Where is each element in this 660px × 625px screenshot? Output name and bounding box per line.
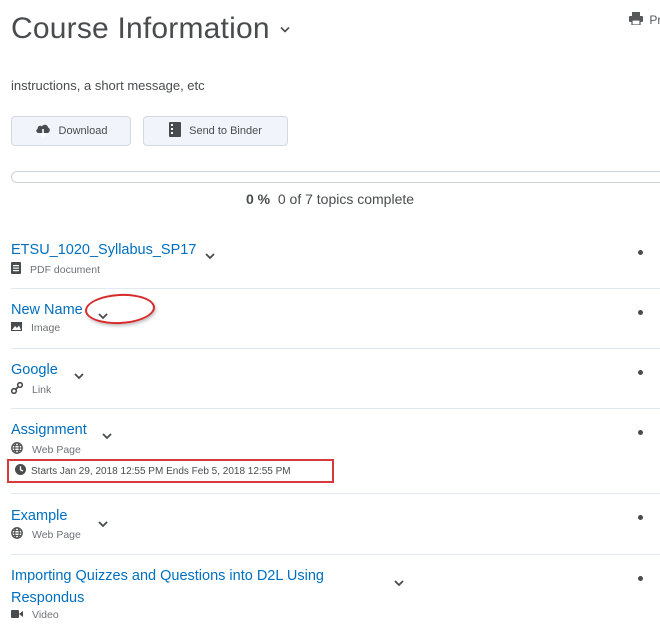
binder-label: Send to Binder — [189, 125, 262, 137]
globe-icon — [11, 442, 32, 457]
chevron-down-icon[interactable] — [98, 515, 110, 528]
printer-icon — [629, 12, 649, 28]
clock-icon — [15, 464, 31, 478]
chevron-down-icon[interactable] — [280, 24, 294, 34]
topic-list: ETSU_1020_Syllabus_SP17 PDF document New… — [10, 229, 660, 625]
topic-type: Video — [11, 609, 59, 621]
link-icon — [10, 381, 32, 397]
topic-item[interactable]: ETSU_1020_Syllabus_SP17 PDF document — [11, 229, 660, 289]
topic-item[interactable]: Importing Quizzes and Questions into D2L… — [11, 555, 660, 625]
topic-type-label: Video — [32, 609, 59, 621]
page-header: Course Information — [11, 6, 294, 52]
progress-percent: 0 % — [245, 191, 271, 207]
topic-title-link-line1[interactable]: Importing Quizzes and Questions into D2L… — [11, 566, 324, 586]
topic-title-link[interactable]: ETSU_1020_Syllabus_SP17 — [11, 240, 196, 260]
topic-type: Web Page — [11, 527, 81, 542]
topic-title-link[interactable]: Example — [11, 506, 67, 526]
context-menu-dot[interactable] — [638, 250, 643, 255]
topic-title-link[interactable]: Google — [11, 360, 58, 380]
assignment-dates-highlight: Starts Jan 29, 2018 12:55 PM Ends Feb 5,… — [7, 459, 334, 483]
document-icon — [11, 262, 30, 277]
topic-type: Link — [10, 381, 52, 397]
module-description: instructions, a short message, etc — [11, 78, 205, 93]
cloud-download-icon — [35, 123, 59, 140]
print-button[interactable]: Print — [629, 12, 660, 28]
topic-title-link-line2[interactable]: Respondus — [11, 588, 84, 608]
video-icon — [11, 609, 32, 621]
globe-icon — [11, 527, 32, 542]
topic-item[interactable]: Example Web Page — [11, 494, 660, 555]
topic-title-link[interactable]: New Name — [11, 300, 83, 320]
progress-bar — [11, 171, 660, 183]
progress-summary: 0 % 0 of 7 topics complete — [0, 191, 660, 207]
chevron-down-icon[interactable] — [102, 427, 114, 440]
binder-icon — [169, 122, 189, 140]
topic-type-label: Image — [31, 322, 61, 334]
topic-type-label: PDF document — [30, 263, 101, 276]
chevron-down-icon[interactable] — [394, 574, 406, 587]
topic-type: PDF document — [11, 262, 100, 277]
context-menu-dot[interactable] — [638, 370, 643, 375]
topic-title-link[interactable]: Assignment — [11, 420, 87, 440]
assignment-dates: Starts Jan 29, 2018 12:55 PM Ends Feb 5,… — [31, 465, 291, 477]
chevron-down-icon[interactable] — [205, 247, 217, 260]
topic-type: Image — [11, 322, 60, 334]
image-icon — [11, 322, 31, 334]
topic-item[interactable]: Google Link — [10, 349, 660, 409]
page-title: Course Information — [11, 12, 270, 45]
context-menu-dot[interactable] — [638, 576, 643, 581]
download-label: Download — [58, 125, 108, 137]
print-label: Print — [649, 13, 660, 27]
context-menu-dot[interactable] — [638, 310, 643, 315]
topic-type-label: Web Page — [32, 528, 81, 541]
send-to-binder-button[interactable]: Send to Binder — [143, 116, 288, 146]
chevron-down-icon[interactable] — [74, 367, 86, 380]
context-menu-dot[interactable] — [638, 515, 643, 520]
context-menu-dot[interactable] — [638, 430, 643, 435]
progress-count: 0 of 7 topics complete — [277, 191, 415, 207]
topic-type-label: Link — [32, 383, 52, 396]
topic-type-label: Web Page — [32, 443, 81, 456]
topic-type: Web Page — [11, 442, 81, 457]
download-button[interactable]: Download — [11, 116, 131, 146]
